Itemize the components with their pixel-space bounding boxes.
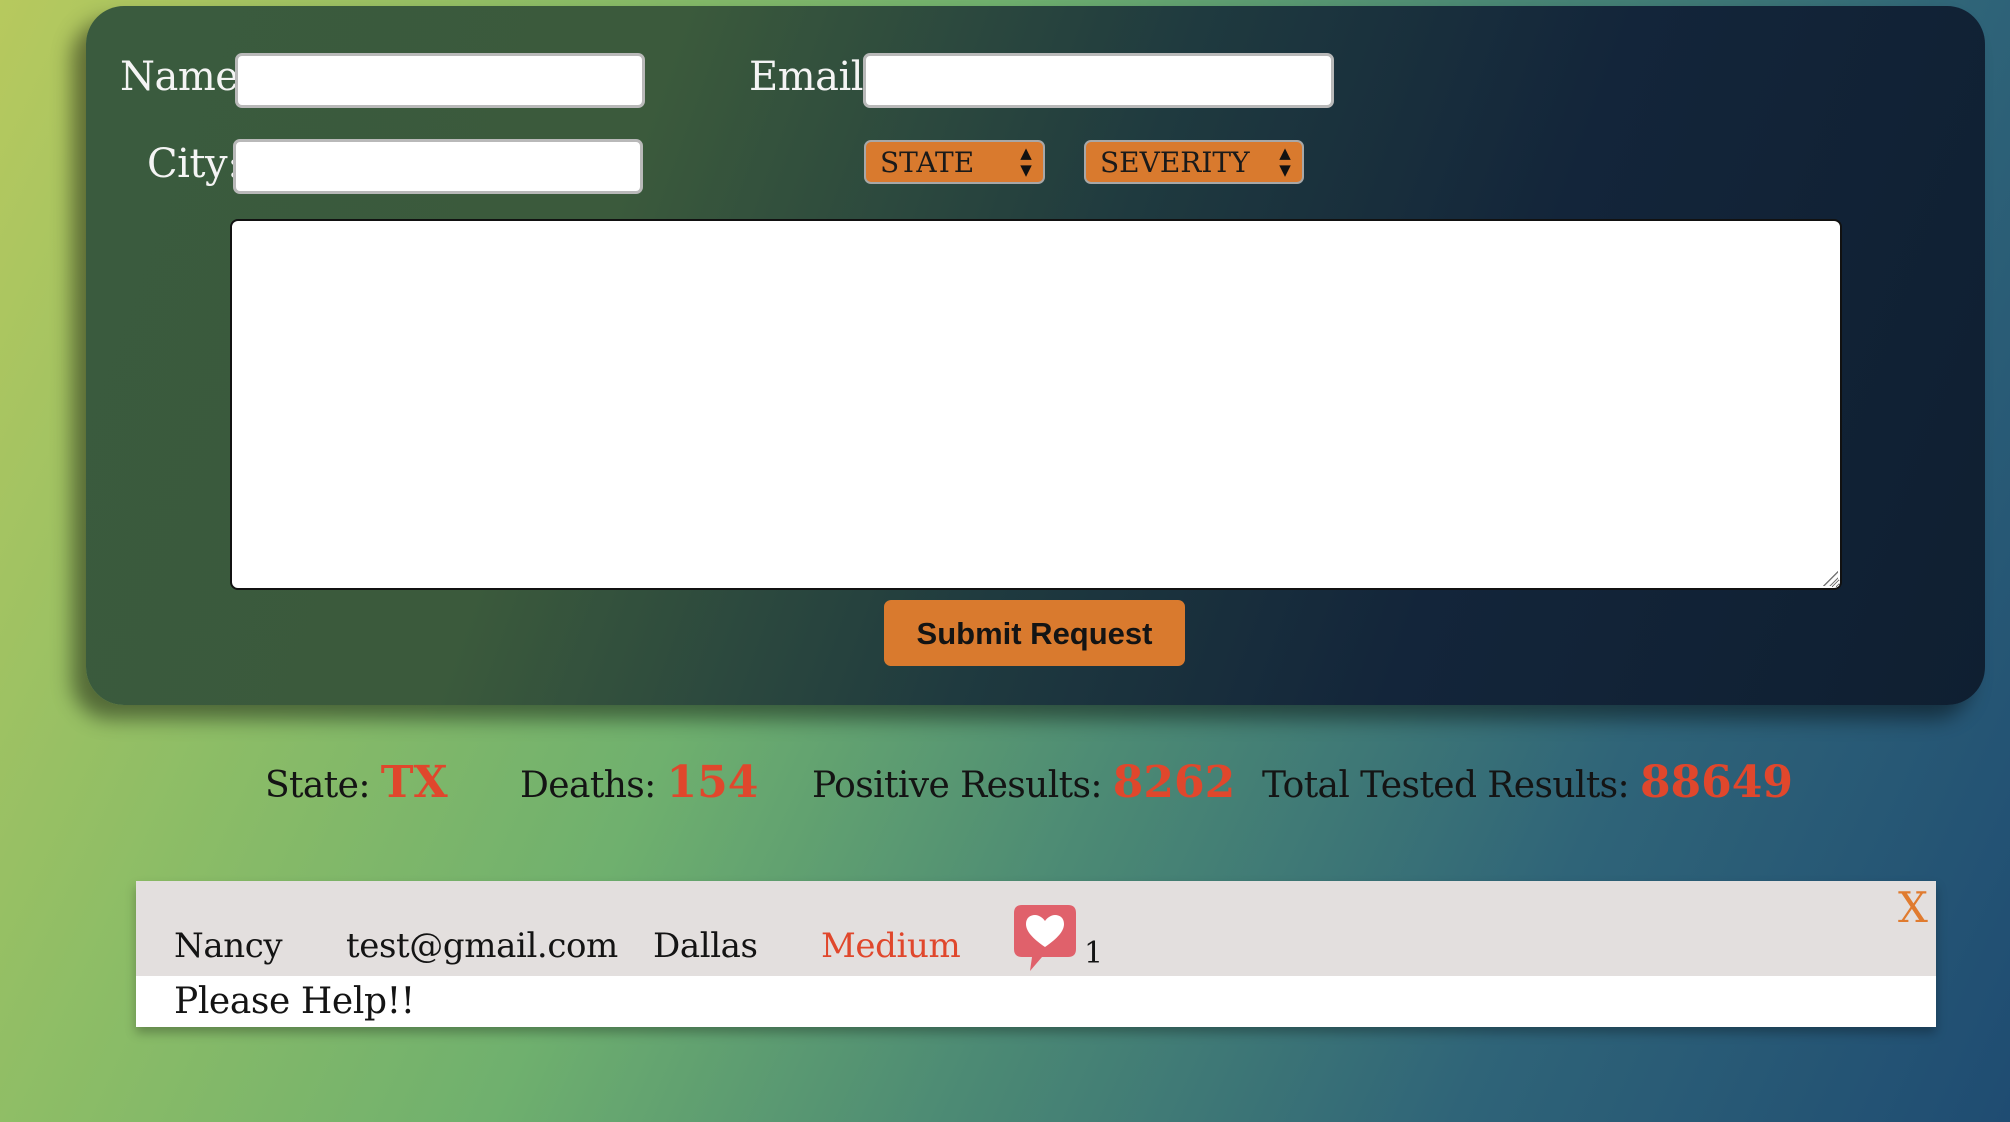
request-message: Please Help!! bbox=[174, 981, 415, 1022]
stat-state-label: State: bbox=[265, 765, 371, 806]
severity-select[interactable]: SEVERITY ▲ ▼ bbox=[1084, 140, 1304, 184]
city-field[interactable] bbox=[233, 139, 643, 194]
stat-total-tested: Total Tested Results: 88649 bbox=[1262, 756, 1793, 813]
stat-positive-value: 8262 bbox=[1112, 757, 1236, 808]
request-card: Nancy test@gmail.com Dallas Medium 1 X P… bbox=[136, 881, 1936, 1027]
stat-positive-label: Positive Results: bbox=[812, 765, 1103, 806]
close-button[interactable]: X bbox=[1898, 887, 1928, 929]
request-name: Nancy bbox=[174, 926, 283, 966]
message-textarea[interactable] bbox=[230, 219, 1842, 590]
stat-deaths-label: Deaths: bbox=[520, 765, 656, 806]
request-city: Dallas bbox=[653, 926, 758, 966]
resize-handle-icon[interactable] bbox=[1822, 570, 1838, 586]
select-arrows-icon: ▲ ▼ bbox=[1020, 144, 1032, 179]
stat-state-value: TX bbox=[380, 757, 448, 808]
select-arrows-icon: ▲ ▼ bbox=[1279, 144, 1291, 179]
submit-request-button[interactable]: Submit Request bbox=[884, 600, 1185, 666]
name-field[interactable] bbox=[235, 53, 645, 108]
name-label: Name: bbox=[120, 54, 252, 100]
request-severity: Medium bbox=[821, 926, 961, 966]
request-card-body: Please Help!! bbox=[136, 976, 1936, 1027]
severity-select-label: SEVERITY bbox=[1100, 146, 1250, 179]
stat-total-tested-label: Total Tested Results: bbox=[1262, 765, 1630, 806]
stat-positive: Positive Results: 8262 bbox=[812, 756, 1235, 813]
stat-total-tested-value: 88649 bbox=[1639, 757, 1794, 808]
state-select-label: STATE bbox=[880, 146, 975, 179]
request-email: test@gmail.com bbox=[346, 926, 618, 966]
request-card-header: Nancy test@gmail.com Dallas Medium 1 X bbox=[136, 881, 1936, 976]
stat-deaths: Deaths: 154 bbox=[520, 756, 758, 813]
email-field[interactable] bbox=[863, 53, 1334, 108]
email-label: Email: bbox=[749, 54, 877, 100]
state-select[interactable]: STATE ▲ ▼ bbox=[864, 140, 1045, 184]
stat-deaths-value: 154 bbox=[666, 757, 759, 808]
city-label: City: bbox=[147, 141, 241, 187]
like-count: 1 bbox=[1084, 936, 1104, 971]
heart-speech-bubble-icon[interactable] bbox=[1012, 903, 1078, 973]
request-form-panel: Name: Email: City: STATE ▲ ▼ SEVERITY ▲ ▼ … bbox=[86, 6, 1985, 705]
stat-state: State: TX bbox=[265, 756, 448, 813]
